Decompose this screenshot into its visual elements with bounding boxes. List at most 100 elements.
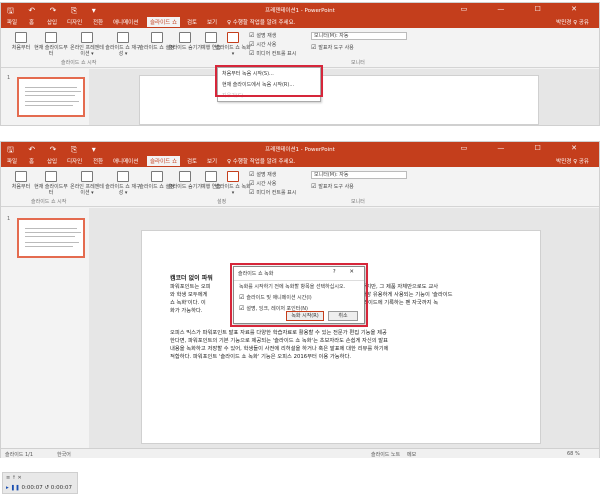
para1-line-2: 와 학생 모두에게	[170, 292, 208, 298]
slideshow-icon	[15, 32, 27, 43]
slide-paragraph-2: 오피스 믹스가 파워포인트 발표 자료를 다양한 학습자료로 활용할 수 있는 …	[170, 329, 530, 361]
tell-me-search[interactable]: ♀ 수행할 작업을 알려 주세요.	[227, 157, 295, 165]
presenter-view-checkbox[interactable]: 발표자 도구 사용	[311, 44, 353, 51]
tab-view[interactable]: 보기	[207, 157, 217, 165]
custom-show-button[interactable]: 슬라이드 쇼 재구성 ▾	[105, 171, 141, 196]
group-start-show: 슬라이드 쇼 시작	[61, 60, 97, 66]
window-controls[interactable]: ▭ — ☐ ✕	[461, 144, 591, 152]
setup-icon	[151, 32, 163, 43]
recording-controls: ▸ ❚❚ 0:00:07 ↺ 0:00:07	[6, 485, 72, 491]
record-icon	[227, 171, 239, 182]
tab-animations[interactable]: 애니메이션	[113, 18, 138, 26]
thumbnail-number: 1	[7, 75, 11, 81]
status-language[interactable]: 한국어	[57, 451, 71, 458]
globe-icon	[81, 171, 93, 182]
highlight-box	[230, 263, 368, 327]
presenter-view-checkbox[interactable]: 발표자 도구 사용	[311, 183, 353, 190]
ribbon-tabs: 파일 홈 삽입 디자인 전환 애니메이션 슬라이드 쇼 검토 보기 ♀ 수행할 …	[1, 155, 599, 167]
hide-slide-icon	[179, 171, 191, 182]
tab-home[interactable]: 홈	[29, 157, 34, 165]
play-narrations-checkbox[interactable]: 설명 재생	[249, 171, 276, 178]
tab-file[interactable]: 파일	[7, 18, 17, 26]
title-bar: 🖫 ↶ ↷ ⎘ ▾ 프레젠테이션1 - PowerPoint ▭ — ☐ ✕	[1, 3, 599, 16]
group-start-show: 슬라이드 쇼 시작	[31, 199, 67, 205]
group-monitors: 모니터	[351, 60, 365, 66]
tab-review[interactable]: 검토	[187, 18, 197, 26]
tab-review[interactable]: 검토	[187, 157, 197, 165]
status-comments[interactable]: 메모	[407, 451, 416, 458]
play-pause-icon[interactable]: ▸ ❚❚	[6, 485, 21, 491]
para2-line-1: 오피스 믹스가 파워포인트 발표 자료를 다양한 학습자료로 활용할 수 있는 …	[170, 330, 387, 336]
thumbnail-pane: 1	[1, 208, 89, 448]
para2-line-3: 내용을 녹화하고 저장할 수 있어, 학생들이 사전에 리허설을 하거나 혹은 …	[170, 346, 389, 352]
ribbon: 처음부터 현재 슬라이드부터 온라인 프레젠테이션 ▾ 슬라이드 쇼 재구성 ▾…	[1, 167, 599, 207]
para1-line-1: 파워포인트는 오피	[170, 284, 211, 290]
slide-heading: 캠코더 없이 파워	[170, 275, 213, 282]
setup-icon	[151, 171, 163, 182]
online-present-button[interactable]: 온라인 프레젠테이션 ▾	[69, 32, 105, 57]
para1-line-3: 쇼 녹화'이다. 이	[170, 300, 206, 306]
use-timings-checkbox[interactable]: 시간 사용	[249, 41, 276, 48]
globe-icon	[81, 32, 93, 43]
tab-view[interactable]: 보기	[207, 18, 217, 26]
slideshow-icon	[45, 32, 57, 43]
tab-design[interactable]: 디자인	[67, 157, 82, 165]
para1-line-4: 화가 가능하다.	[170, 308, 203, 314]
tab-slide-show[interactable]: 슬라이드 쇼	[147, 17, 181, 27]
play-narrations-checkbox[interactable]: 설명 재생	[249, 32, 276, 39]
recording-toolbar-top[interactable]: ≡ ↑ ✕	[6, 475, 22, 481]
slide-thumbnail[interactable]	[17, 218, 85, 258]
tab-animations[interactable]: 애니메이션	[113, 157, 138, 165]
window-controls[interactable]: ▭ — ☐ ✕	[461, 5, 591, 13]
use-timings-checkbox[interactable]: 시간 사용	[249, 180, 276, 187]
tab-transitions[interactable]: 전환	[93, 18, 103, 26]
slide-editor: 캠코더 없이 파워 파워포인트는 오피 와 학생 모두에게 쇼 녹화'이다. 이…	[89, 208, 599, 448]
slide-thumbnail[interactable]	[17, 77, 85, 117]
custom-show-button[interactable]: 슬라이드 쇼 재구성 ▾	[105, 32, 141, 57]
from-current-button[interactable]: 현재 슬라이드부터	[33, 32, 69, 57]
record-show-button[interactable]: 슬라이드 쇼 녹화 ▾	[215, 32, 251, 57]
group-setup: 설정	[217, 199, 227, 205]
custom-show-icon	[117, 32, 129, 43]
status-notes[interactable]: 슬라이드 노트	[371, 451, 400, 458]
monitor-select[interactable]: 모니터(M): 자동	[311, 32, 407, 40]
recording-toolbar: ≡ ↑ ✕ ▸ ❚❚ 0:00:07 ↺ 0:00:07	[2, 472, 78, 494]
title-bar: 🖫 ↶ ↷ ⎘ ▾ 프레젠테이션1 - PowerPoint ▭ — ☐ ✕	[1, 142, 599, 155]
ribbon-tabs: 파일 홈 삽입 디자인 전환 애니메이션 슬라이드 쇼 검토 보기 ♀ 수행할 …	[1, 16, 599, 28]
document-title: 프레젠테이션1 - PowerPoint	[265, 8, 335, 14]
media-controls-checkbox[interactable]: 미디어 컨트롤 표시	[249, 50, 296, 57]
slide-timer: 0:00:07	[21, 485, 43, 491]
thumbnail-number: 1	[7, 216, 11, 222]
online-present-button[interactable]: 온라인 프레젠테이션 ▾	[69, 171, 105, 196]
highlight-box	[215, 65, 323, 97]
tab-slide-show[interactable]: 슬라이드 쇼	[147, 156, 181, 166]
tab-transitions[interactable]: 전환	[93, 157, 103, 165]
status-slide-info: 슬라이드 1/1	[5, 452, 34, 458]
screenshot-record-menu: 🖫 ↶ ↷ ⎘ ▾ 프레젠테이션1 - PowerPoint ▭ — ☐ ✕ 파…	[0, 2, 600, 126]
user-share[interactable]: 박민경 ♀ 공유	[556, 157, 589, 165]
slide-paragraph-1-right: 해도 좋지만, 그 제품 자체만으로도 교사 로서 가장 유용하게 사용되는 기…	[350, 283, 520, 307]
tab-insert[interactable]: 삽입	[47, 18, 57, 26]
tab-file[interactable]: 파일	[7, 157, 17, 165]
record-icon	[227, 32, 239, 43]
screenshot-record-dialog: 🖫 ↶ ↷ ⎘ ▾ 프레젠테이션1 - PowerPoint ▭ — ☐ ✕ 파…	[0, 141, 600, 458]
tell-me-search[interactable]: ♀ 수행할 작업을 알려 주세요.	[227, 18, 295, 26]
monitor-select[interactable]: 모니터(M): 자동	[311, 171, 407, 179]
slide-canvas[interactable]	[139, 75, 539, 125]
slideshow-icon	[45, 171, 57, 182]
custom-show-icon	[117, 171, 129, 182]
para2-line-4: 적합하다. 파워포인트 '슬라이드 쇼 녹화' 기능은 오피스 2016부터 이…	[170, 354, 352, 360]
from-current-button[interactable]: 현재 슬라이드부터	[33, 171, 69, 196]
user-share[interactable]: 박민경 ♀ 공유	[556, 18, 589, 26]
slideshow-icon	[15, 171, 27, 182]
hide-slide-icon	[179, 32, 191, 43]
tab-home[interactable]: 홈	[29, 18, 34, 26]
record-show-button[interactable]: 슬라이드 쇼 녹화 ▾	[215, 171, 251, 196]
tab-design[interactable]: 디자인	[67, 18, 82, 26]
ribbon: 처음부터 현재 슬라이드부터 온라인 프레젠테이션 ▾ 슬라이드 쇼 재구성 ▾…	[1, 28, 599, 68]
thumbnail-pane: 1	[1, 69, 89, 125]
media-controls-checkbox[interactable]: 미디어 컨트롤 표시	[249, 189, 296, 196]
tab-insert[interactable]: 삽입	[47, 157, 57, 165]
slide-editor	[89, 69, 599, 125]
status-zoom[interactable]: 68 %	[567, 451, 580, 457]
